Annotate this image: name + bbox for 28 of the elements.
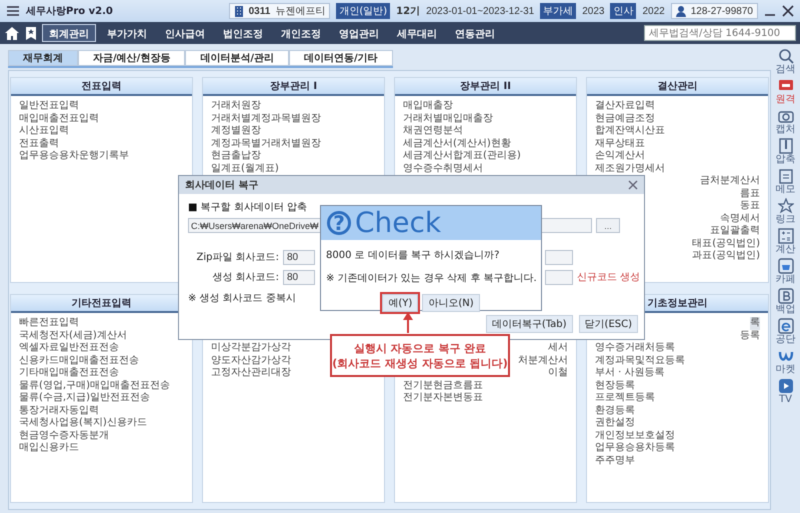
panel-title: 전표입력 bbox=[82, 80, 122, 93]
business-number: 128-27-99870 bbox=[690, 6, 753, 16]
field-label: 생성 회사코드: bbox=[211, 271, 280, 284]
panel-title: 장부관리 II bbox=[460, 80, 511, 93]
term-label: 12기 bbox=[396, 5, 420, 18]
confirm-message: 8000 로 데이터를 복구 하시겠습니까? bbox=[326, 249, 500, 262]
panel-title: 기초정보관리 bbox=[648, 297, 708, 310]
period-text: 2023-01-01~2023-12-31 bbox=[426, 6, 534, 16]
panel-title: 장부관리 I bbox=[270, 80, 318, 93]
field-label: Zip파일 회사코드: bbox=[195, 251, 280, 264]
callout-text: (회사코드 재생성 자동으로 됩니다) bbox=[332, 356, 508, 370]
app-title: 세무사랑Pro v2.0 bbox=[26, 5, 113, 18]
type-badge: 개인(일반) bbox=[336, 3, 390, 19]
confirm-note: ※ 기존데이터가 있는 경우 삭제 후 복구합니다. bbox=[326, 272, 536, 285]
confirm-heading: Check bbox=[355, 208, 442, 238]
panel-title: 기타전표입력 bbox=[72, 297, 132, 310]
hr-year: 2022 bbox=[642, 6, 665, 16]
dialog-title: 회사데이터 복구 bbox=[185, 179, 258, 192]
vat-year: 2023 bbox=[582, 6, 604, 16]
question-icon: ? bbox=[327, 211, 351, 235]
note-text: ※ 생성 회사코드 중복시 bbox=[188, 293, 296, 304]
vat-badge: 부가세 bbox=[540, 3, 576, 19]
company-code: 0311 bbox=[248, 6, 270, 16]
company-name: 뉴젠에프티 bbox=[275, 5, 326, 18]
panel-title: 결산관리 bbox=[658, 80, 698, 93]
callout-text: 실행시 자동으로 복구 완료 bbox=[354, 340, 486, 356]
section-label: ■ 복구할 회사데이터 압축 bbox=[188, 202, 307, 213]
hr-badge: 인사 bbox=[610, 3, 636, 19]
